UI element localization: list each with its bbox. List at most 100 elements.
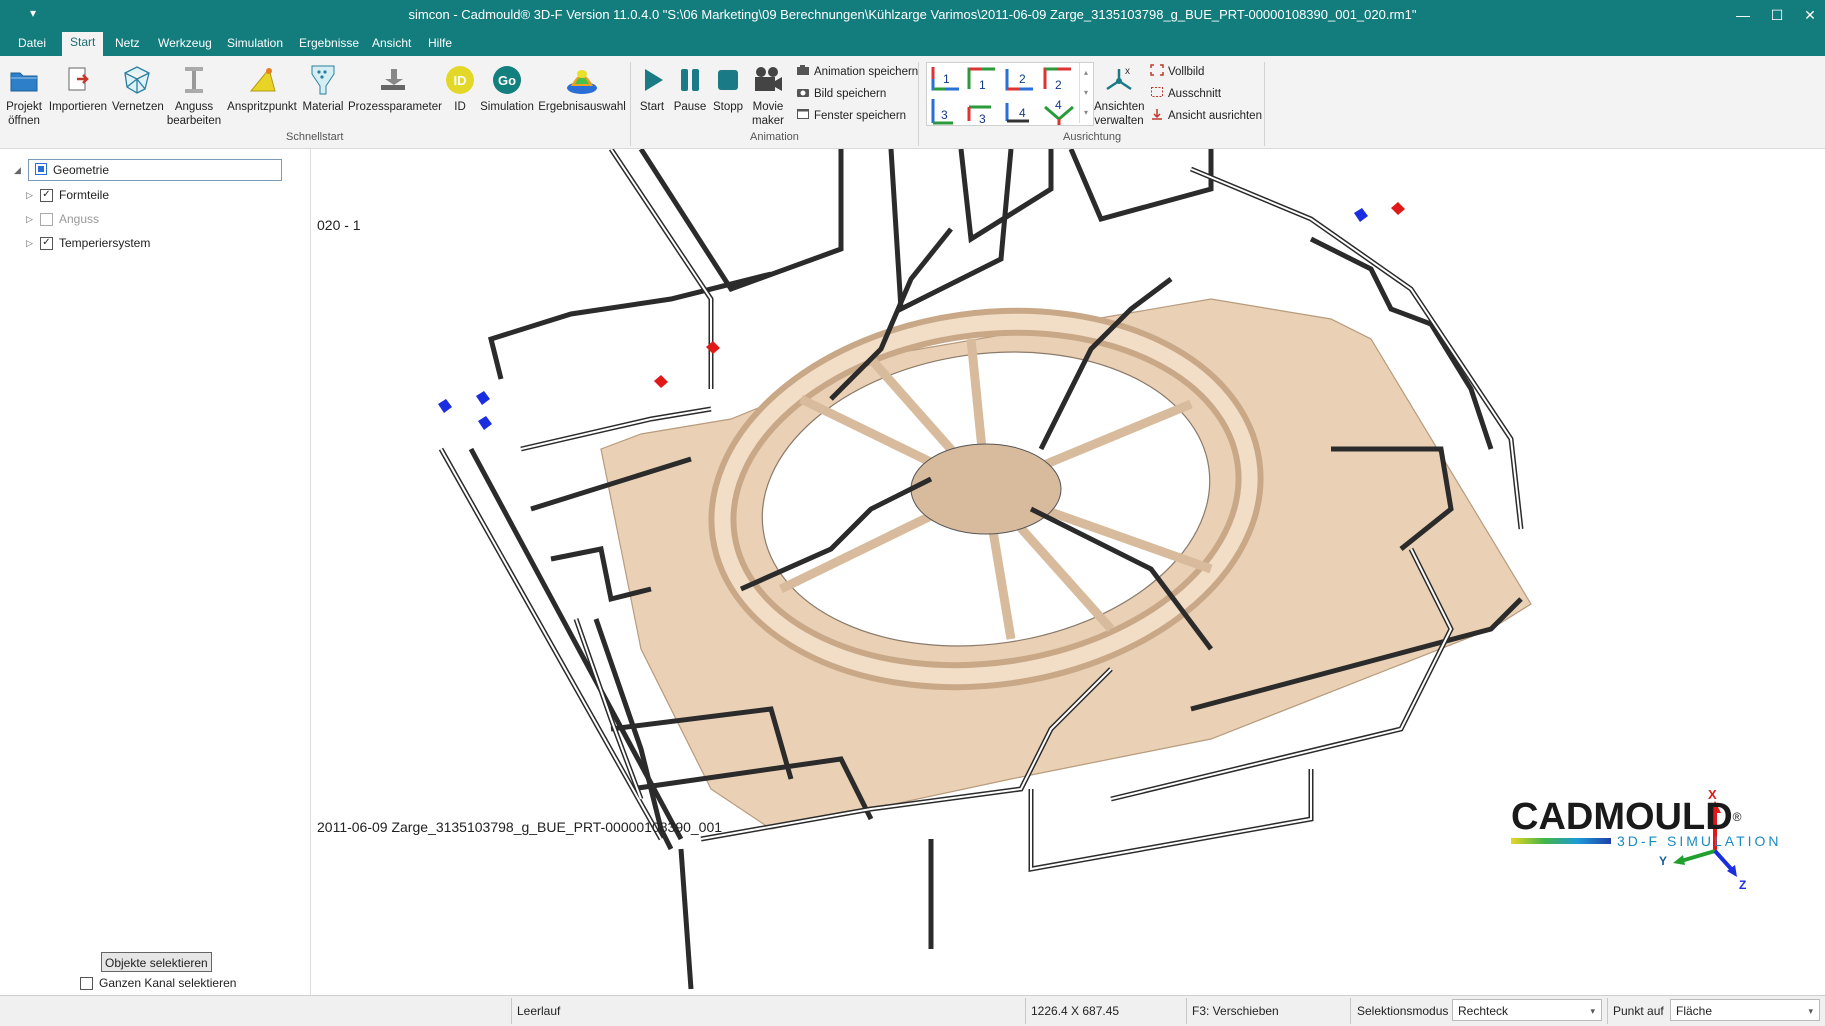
tree-item-label: Formteile xyxy=(59,188,110,202)
gallery-scroll[interactable]: ▴ ▾ ▾ xyxy=(1079,63,1092,123)
ergebnisauswahl-button[interactable]: Ergebnisauswahl xyxy=(538,64,626,114)
projekt-oeffnen-button[interactable]: Projekt öffnen xyxy=(4,64,44,128)
view-4-icon[interactable]: 2 xyxy=(1043,67,1071,92)
projekt-oeffnen-label: Projekt öffnen xyxy=(6,101,42,127)
view-5-icon[interactable]: 3 xyxy=(931,99,953,125)
menu-ergebnisse[interactable]: Ergebnisse xyxy=(299,36,359,50)
logo-color-bar xyxy=(1511,838,1611,844)
collapse-triangle-icon[interactable]: ◢ xyxy=(14,165,22,176)
axes-manage-icon: x xyxy=(1102,64,1136,96)
3d-viewport[interactable]: 020 - 1 X Y Z 2011-06-09 Zarge_313510379… xyxy=(311,149,1825,995)
tree-node-anguss[interactable]: ▷ Anguss xyxy=(26,212,99,226)
maximize-button[interactable]: ☐ xyxy=(1762,4,1792,26)
objekte-selektieren-button[interactable]: Objekte selektieren xyxy=(101,952,212,972)
animation-speichern-button[interactable]: Animation speichern xyxy=(796,64,918,79)
ansichten-verwalten-label: Ansichten verwalten xyxy=(1094,101,1145,127)
expand-triangle-icon[interactable]: ▷ xyxy=(26,190,34,201)
ergebnisauswahl-label: Ergebnisauswahl xyxy=(538,101,626,113)
chevron-down-icon: ▾ xyxy=(1808,1006,1813,1016)
ganzen-kanal-checkbox[interactable] xyxy=(80,976,93,990)
vernetzen-button[interactable]: Vernetzen xyxy=(112,64,164,114)
project-tree-panel: ◢ Geometrie ▷ ✓ Formteile ▷ Anguss ▷ ✓ T… xyxy=(0,149,311,995)
status-separator xyxy=(1025,998,1026,1024)
menu-datei[interactable]: Datei xyxy=(18,36,46,50)
menu-bar: Datei Start Netz Werkzeug Simulation Erg… xyxy=(0,30,1825,56)
minimize-button[interactable]: — xyxy=(1728,4,1758,26)
punkt-auf-select[interactable]: Fläche ▾ xyxy=(1670,999,1820,1021)
stop-icon xyxy=(711,64,745,96)
vollbild-label: Vollbild xyxy=(1168,65,1205,78)
ansichten-verwalten-button[interactable]: x Ansichten verwalten xyxy=(1094,64,1145,128)
anguss-checkbox[interactable] xyxy=(40,212,53,226)
cadmould-logo: CADMOULD® 3D-F SIMULATION xyxy=(1511,797,1811,849)
anspritzpunkt-button[interactable]: Anspritzpunkt xyxy=(226,64,298,114)
status-bar: Leerlauf 1226.4 X 687.45 F3: Verschieben… xyxy=(0,995,1825,1026)
vollbild-button[interactable]: Vollbild xyxy=(1150,64,1204,79)
expand-triangle-icon[interactable]: ▷ xyxy=(26,214,34,225)
bild-speichern-button[interactable]: Bild speichern xyxy=(796,86,886,101)
view-1-icon[interactable]: 1 xyxy=(931,67,959,91)
view-8-icon[interactable]: 4 xyxy=(1044,98,1074,125)
view-8-label: 4 xyxy=(1055,98,1062,112)
expand-triangle-icon[interactable]: ▷ xyxy=(26,238,34,249)
tree-root-label: Geometrie xyxy=(53,163,110,177)
menu-start[interactable]: Start xyxy=(62,32,104,56)
punkt-auf-label: Punkt auf xyxy=(1613,1004,1664,1018)
svg-text:x: x xyxy=(1125,66,1130,77)
prozessparameter-label: Prozessparameter xyxy=(348,101,442,113)
title-bar: ▾ simcon - Cadmould® 3D-F Version 11.0.4… xyxy=(0,0,1825,30)
temperiersystem-checkbox[interactable]: ✓ xyxy=(40,236,53,250)
status-separator xyxy=(1186,998,1187,1024)
stopp-button[interactable]: Stopp xyxy=(710,64,746,114)
ribbon-separator xyxy=(630,62,631,146)
status-separator xyxy=(1607,998,1608,1024)
ansicht-ausrichten-label: Ansicht ausrichten xyxy=(1168,109,1262,122)
menu-werkzeug[interactable]: Werkzeug xyxy=(158,36,212,50)
zoom-window-icon xyxy=(1150,86,1164,101)
tree-node-temperiersystem[interactable]: ▷ ✓ Temperiersystem xyxy=(26,236,150,250)
view-2-icon[interactable]: 1 xyxy=(967,67,995,92)
ausschnitt-button[interactable]: Ausschnitt xyxy=(1150,86,1221,101)
group-label-animation: Animation xyxy=(750,131,799,143)
punkt-auf-value: Fläche xyxy=(1676,1004,1713,1018)
anguss-bearbeiten-button[interactable]: Anguss bearbeiten xyxy=(166,64,222,128)
close-button[interactable]: ✕ xyxy=(1795,4,1825,26)
status-hint: F3: Verschieben xyxy=(1192,1004,1279,1018)
tree-item-label: Anguss xyxy=(59,212,100,226)
viewport-file-label: 2011-06-09 Zarge_3135103798_g_BUE_PRT-00… xyxy=(317,819,723,835)
menu-netz[interactable]: Netz xyxy=(115,36,140,50)
simulation-button[interactable]: Go Simulation xyxy=(480,64,534,114)
menu-hilfe[interactable]: Hilfe xyxy=(428,36,452,50)
id-badge-icon: ID xyxy=(443,64,477,96)
import-icon xyxy=(61,64,95,96)
tree-node-formteile[interactable]: ▷ ✓ Formteile xyxy=(26,188,109,202)
view-7-icon[interactable]: 4 xyxy=(1005,103,1029,123)
material-button[interactable]: Material xyxy=(300,64,346,114)
importieren-button[interactable]: Importieren xyxy=(48,64,108,114)
pause-icon xyxy=(673,64,707,96)
id-badge-text: ID xyxy=(454,73,467,88)
injection-point-icon xyxy=(245,64,279,96)
start-button[interactable]: Start xyxy=(636,64,668,114)
status-coordinates: 1226.4 X 687.45 xyxy=(1031,1004,1120,1018)
ganzen-kanal-row[interactable]: Ganzen Kanal selektieren xyxy=(80,976,236,990)
go-badge-icon: Go xyxy=(490,64,524,96)
view-6-icon[interactable]: 3 xyxy=(967,105,991,126)
fenster-speichern-button[interactable]: Fenster speichern xyxy=(796,108,906,123)
ganzen-kanal-label: Ganzen Kanal selektieren xyxy=(99,976,237,990)
selektionsmodus-select[interactable]: Rechteck ▾ xyxy=(1452,999,1602,1021)
formteile-checkbox[interactable]: ✓ xyxy=(40,188,53,202)
movie-maker-button[interactable]: Movie maker xyxy=(748,64,788,128)
menu-simulation[interactable]: Simulation xyxy=(227,36,283,50)
view-orientation-gallery: 1 1 2 2 3 3 4 4 xyxy=(926,62,1094,126)
view-3-icon[interactable]: 2 xyxy=(1005,69,1033,91)
id-button[interactable]: ID ID xyxy=(442,64,478,114)
menu-ansicht[interactable]: Ansicht xyxy=(372,36,411,50)
tree-node-geometrie[interactable]: ◢ Geometrie xyxy=(14,159,282,181)
prozessparameter-button[interactable]: Prozessparameter xyxy=(348,64,442,114)
group-label-ausrichtung: Ausrichtung xyxy=(1063,131,1122,143)
ansicht-ausrichten-button[interactable]: Ansicht ausrichten xyxy=(1150,108,1262,123)
pause-button[interactable]: Pause xyxy=(672,64,708,114)
ribbon: Projekt öffnen Importieren Vernetzen Ang… xyxy=(0,56,1825,149)
go-badge-text: Go xyxy=(498,73,516,88)
